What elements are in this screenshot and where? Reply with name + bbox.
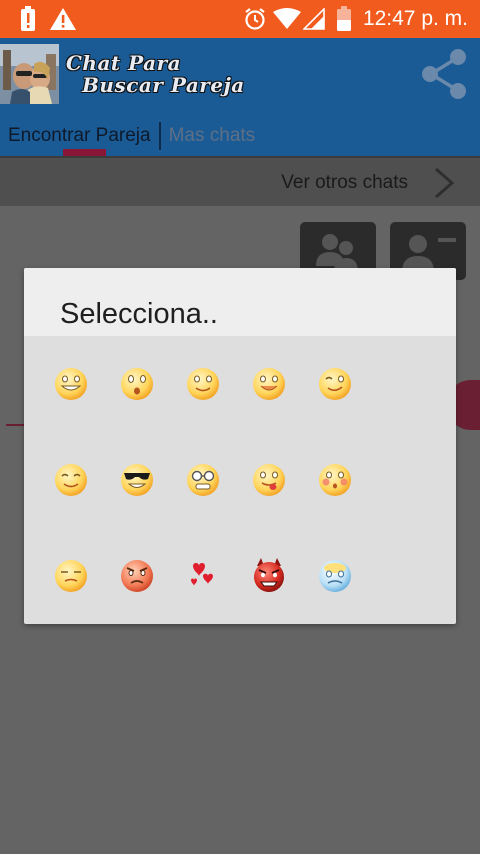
surprised-emoji[interactable] [117,364,157,404]
app-title-line1: Chat Para [66,51,182,75]
chevron-right-icon [435,167,455,199]
app-bar: Chat Para Buscar Pareja Encontrar Pareja… [0,38,480,156]
grin-emoji[interactable] [51,364,91,404]
dialog-header: Selecciona.. [24,268,456,336]
ver-otros-chats-label: Ver otros chats [281,172,408,193]
battery-alert-icon [14,0,42,38]
tab-encontrar-pareja[interactable]: Encontrar Pareja [0,120,159,152]
tab-bar: Encontrar Pareja Mas chats [0,118,263,154]
app-title: Chat Para Buscar Pareja [66,52,245,96]
devil-emoji[interactable] [249,556,289,596]
happy-emoji[interactable] [249,364,289,404]
signal-icon [302,0,326,38]
sunglasses-emoji[interactable] [117,460,157,500]
content-emoji[interactable] [51,460,91,500]
sleepy-emoji[interactable] [51,556,91,596]
background-divider [6,424,26,426]
frozen-emoji[interactable] [315,556,355,596]
wifi-icon [272,0,302,38]
wink-emoji[interactable] [315,364,355,404]
tongue-emoji[interactable] [249,460,289,500]
emoji-picker-dialog: Selecciona.. [24,268,456,624]
share-button[interactable] [416,46,472,102]
battery-icon [334,0,354,38]
blush-emoji[interactable] [315,460,355,500]
tab-mas-chats[interactable]: Mas chats [161,120,264,152]
hearts-emoji[interactable] [183,556,223,596]
app-title-line2: Buscar Pareja [82,73,245,97]
active-tab-indicator [63,149,106,156]
angry-emoji[interactable] [117,556,157,596]
status-time: 12:47 p. m. [362,7,468,30]
nerd-emoji[interactable] [183,460,223,500]
share-icon [422,49,466,99]
emoji-grid [24,336,456,624]
alarm-icon [242,0,268,38]
warning-icon [48,0,78,38]
smile-emoji[interactable] [183,364,223,404]
status-bar: 12:47 p. m. [0,0,480,38]
dialog-title: Selecciona.. [60,298,218,330]
ver-otros-chats-bar[interactable]: Ver otros chats [0,156,480,206]
app-logo-photo [0,44,59,104]
